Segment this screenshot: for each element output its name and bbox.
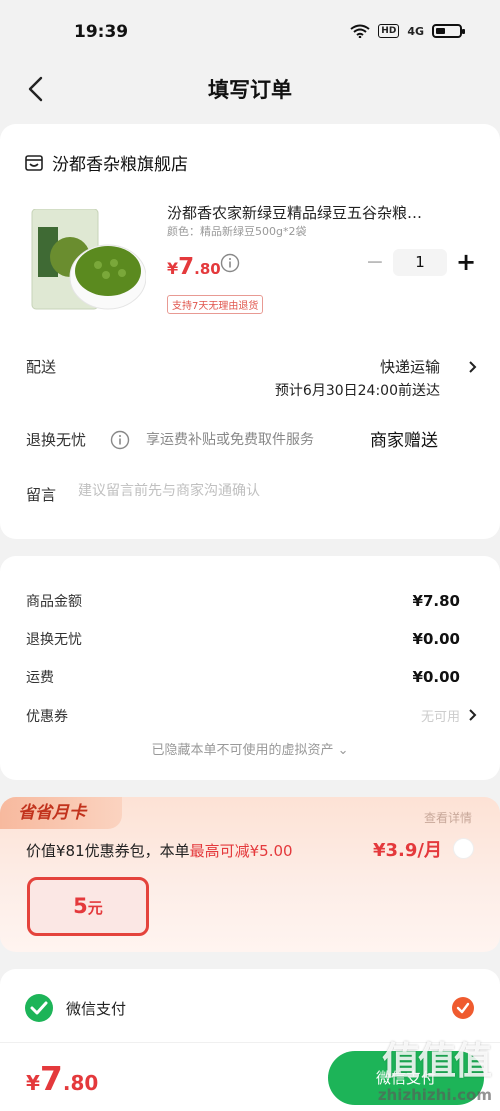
promo-detail-link[interactable]: 查看详情 xyxy=(424,809,472,826)
promo-coupon-ticket: 5元 xyxy=(27,877,149,936)
store-header[interactable]: 汾都香杂粮旗舰店 xyxy=(24,150,188,175)
coupon-label: 优惠券 xyxy=(26,709,68,725)
store-name: 汾都香杂粮旗舰店 xyxy=(52,155,188,175)
quantity-decrease-button[interactable]: − xyxy=(365,250,385,275)
shipping-fee-label: 运费 xyxy=(26,670,54,686)
coupon-value[interactable]: 无可用 xyxy=(421,706,460,725)
order-item-card: 汾都香杂粮旗舰店 汾都香农家新绿豆精品绿豆五谷杂粮… 颜色：精品新绿豆500g*… xyxy=(0,124,500,539)
return-service-desc: 享运费补贴或免费取件服务 xyxy=(146,432,314,448)
total-decimal: .80 xyxy=(62,1071,99,1095)
return-service-gift: 商家赠送 xyxy=(370,431,438,451)
total-symbol: ¥ xyxy=(26,1071,40,1095)
signal-icon: 4G xyxy=(407,24,424,38)
delivery-chevron-icon[interactable] xyxy=(467,360,477,374)
product-image[interactable] xyxy=(30,209,146,439)
payment-method-label: 微信支付 xyxy=(66,999,127,1018)
hd-badge: HD xyxy=(378,24,400,38)
price-symbol: ¥ xyxy=(167,259,179,278)
watermark-logo: 值值值 xyxy=(381,1039,492,1083)
note-label: 留言 xyxy=(26,486,57,504)
status-time: 19:39 xyxy=(74,22,129,42)
promo-select-radio[interactable] xyxy=(453,838,474,859)
wechat-pay-icon xyxy=(25,994,53,1022)
price-info-icon[interactable] xyxy=(220,253,240,273)
total-integer: 7 xyxy=(39,1059,63,1098)
wifi-icon xyxy=(350,24,370,38)
return-info-icon[interactable] xyxy=(110,430,130,450)
watermark-text: zhizhizhi.com xyxy=(377,1086,492,1104)
monthly-card-promo: 省省月卡 查看详情 价值¥81优惠券包，本单最高可减¥5.00 ¥3.9/月 5… xyxy=(0,797,500,952)
battery-icon xyxy=(432,24,465,38)
promo-description: 价值¥81优惠券包，本单最高可减¥5.00 xyxy=(26,840,293,861)
quantity-increase-button[interactable]: + xyxy=(454,248,478,276)
coupon-amount: 5 xyxy=(73,894,88,918)
return-service-fee-label: 退换无忧 xyxy=(26,632,82,648)
promo-badge: 省省月卡 xyxy=(0,797,122,829)
promo-desc-highlight: 最高可减¥5.00 xyxy=(189,842,293,860)
goods-amount-label: 商品金额 xyxy=(26,594,82,610)
quantity-value[interactable]: 1 xyxy=(393,249,447,276)
delivery-label: 配送 xyxy=(26,358,57,376)
product-spec[interactable]: 颜色：精品新绿豆500g*2袋 xyxy=(167,223,306,239)
coupon-chevron-icon[interactable] xyxy=(467,708,477,722)
product-title[interactable]: 汾都香农家新绿豆精品绿豆五谷杂粮… xyxy=(167,202,475,223)
goods-amount-value: ¥7.80 xyxy=(412,592,460,610)
promo-desc-prefix: 价值¥81优惠券包，本单 xyxy=(26,842,190,860)
price-decimal: .80 xyxy=(194,260,221,278)
delivery-eta: 预计6月30日24:00前送达 xyxy=(274,383,440,399)
return-policy-badge: 支持7天无理由退货 xyxy=(167,295,264,314)
product-price: ¥7.80 xyxy=(167,254,221,280)
shipping-fee-value: ¥0.00 xyxy=(412,668,460,686)
price-integer: 7 xyxy=(178,254,195,280)
store-icon xyxy=(25,154,43,171)
total-price: ¥7.80 xyxy=(26,1059,98,1098)
nav-bar: 填写订单 xyxy=(0,64,500,114)
coupon-unit: 元 xyxy=(87,899,103,917)
delivery-method[interactable]: 快递运输 xyxy=(380,356,440,377)
status-bar: 19:39 HD 4G xyxy=(0,0,500,64)
price-summary-card: 商品金额 ¥7.80 退换无忧 ¥0.00 运费 ¥0.00 优惠券 无可用 已… xyxy=(0,556,500,780)
payment-selected-check-icon[interactable] xyxy=(452,997,474,1019)
note-input[interactable] xyxy=(78,483,468,499)
page-title: 填写订单 xyxy=(208,78,292,102)
promo-price: ¥3.9/月 xyxy=(373,840,442,861)
hidden-assets-toggle[interactable]: 已隐藏本单不可使用的虚拟资产 ⌄ xyxy=(0,739,500,758)
payment-method-row[interactable]: 微信支付 xyxy=(24,993,126,1023)
return-service-fee-value: ¥0.00 xyxy=(412,630,460,648)
return-service-label: 退换无忧 xyxy=(26,431,87,449)
status-icons: HD 4G xyxy=(350,24,465,38)
